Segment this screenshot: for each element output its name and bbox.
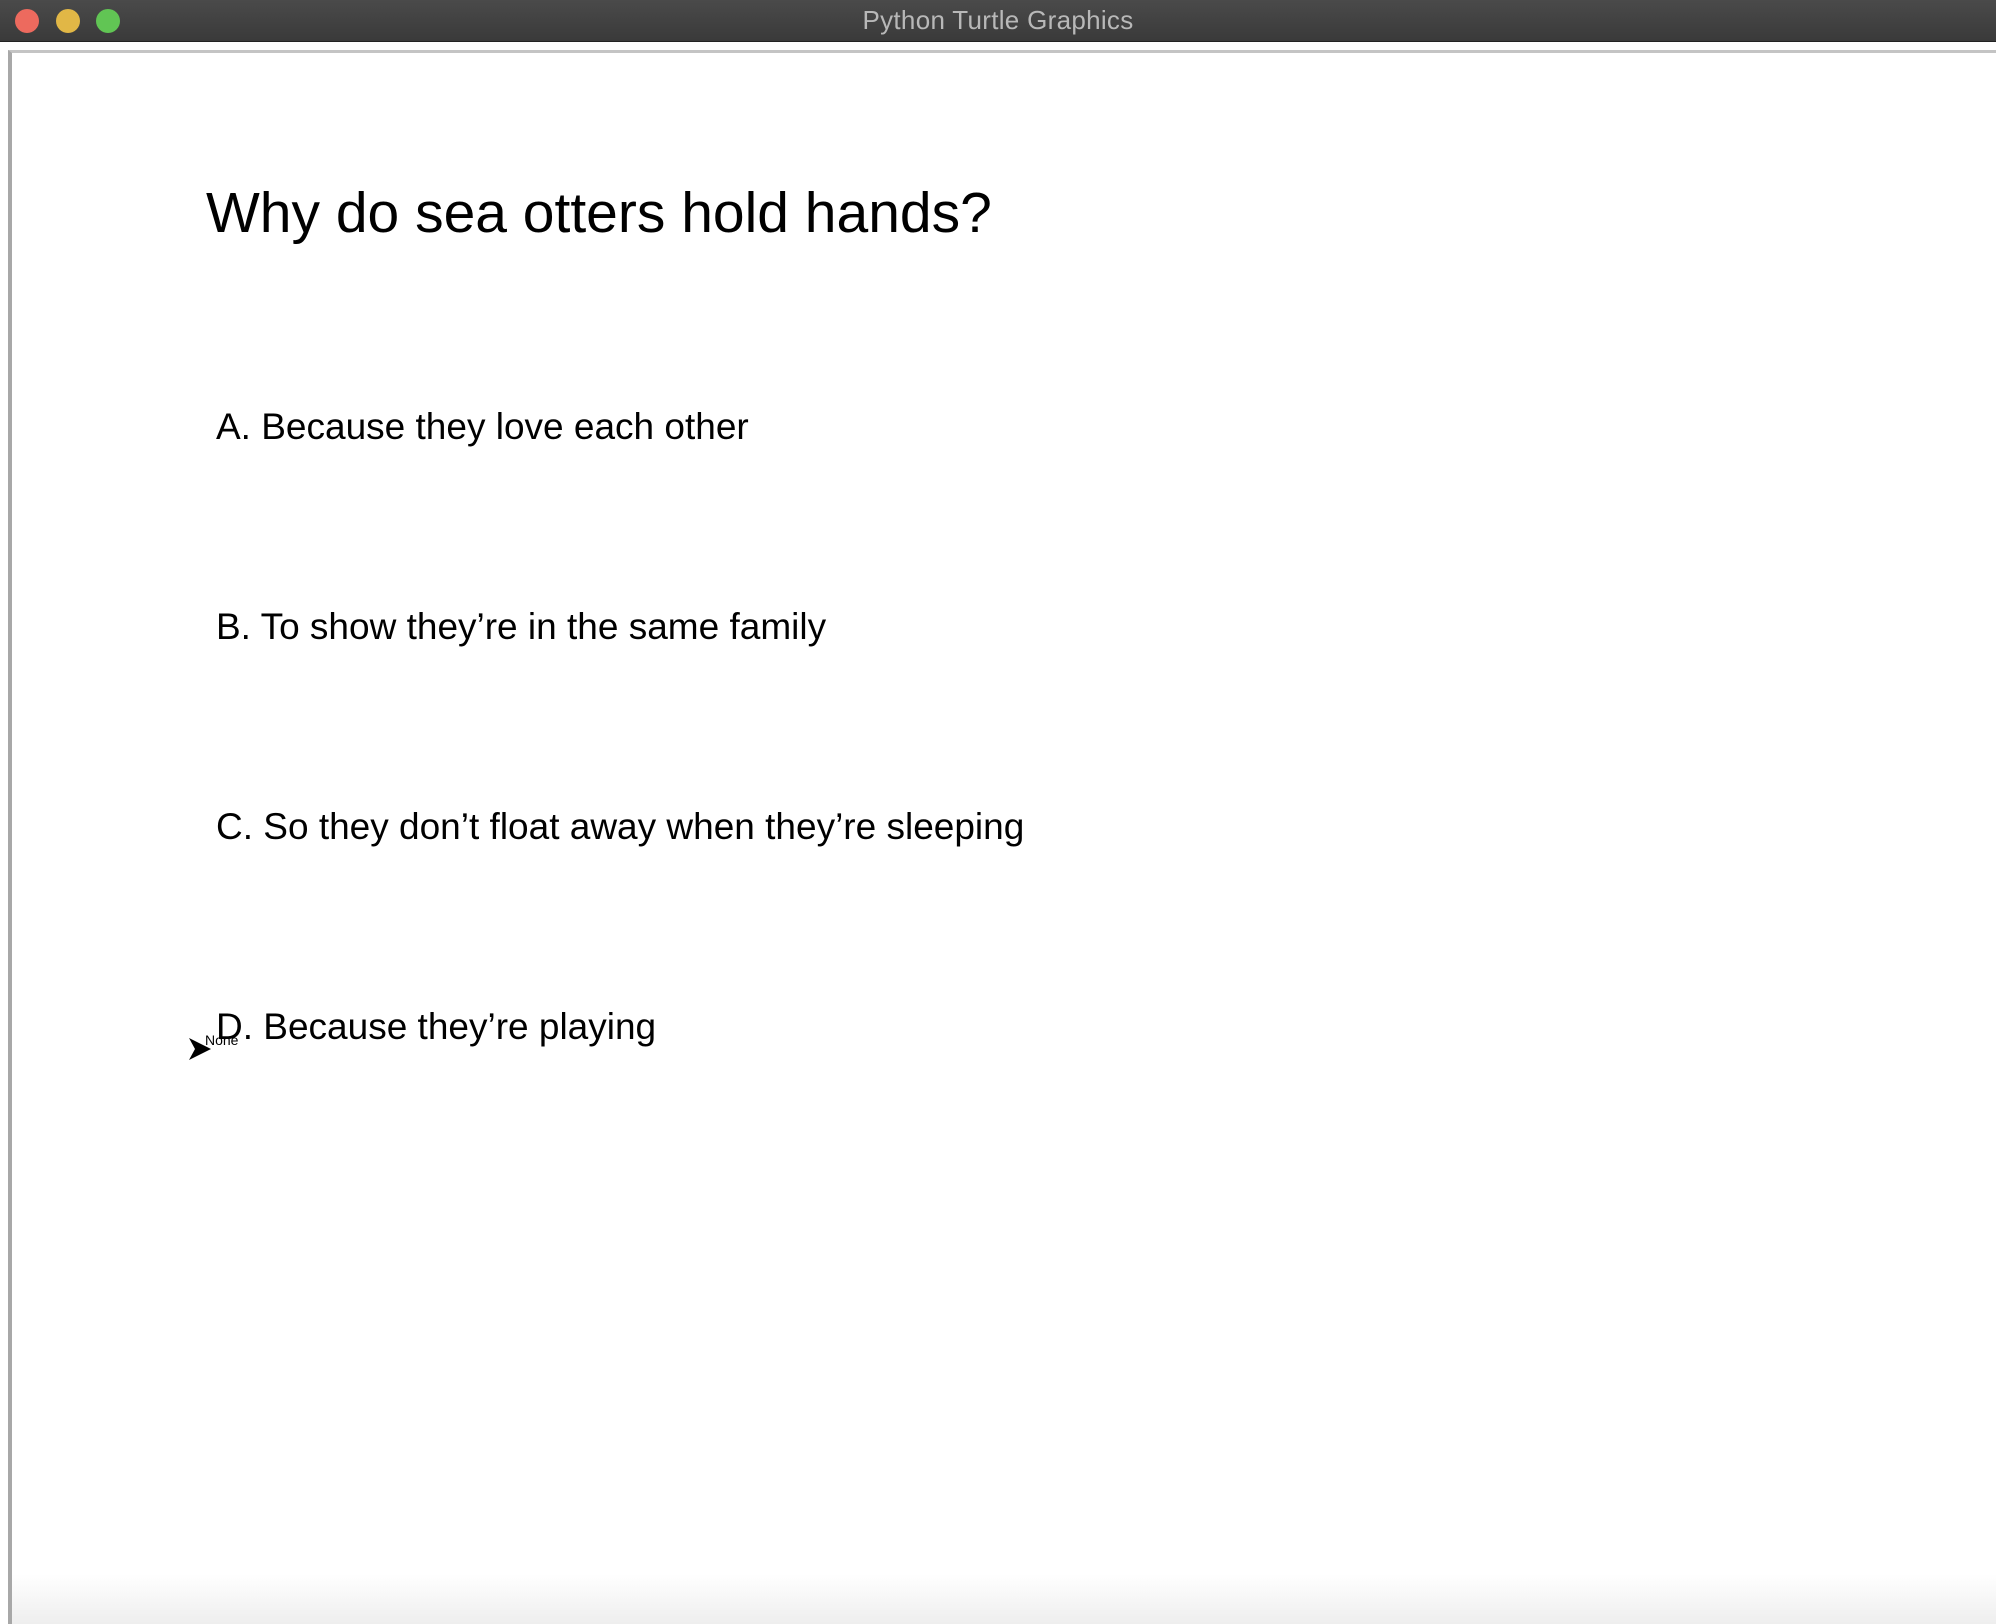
option-b: B. To show they’re in the same family <box>216 606 827 647</box>
turtle-label: None <box>205 1032 239 1048</box>
turtle-window: Python Turtle Graphics Why do sea otters… <box>0 0 1996 1624</box>
question-text: Why do sea otters hold hands? <box>206 181 992 245</box>
option-d: D. Because they’re playing <box>216 1006 657 1047</box>
title-bar[interactable]: Python Turtle Graphics <box>0 0 1996 42</box>
option-c: C. So they don’t float away when they’re… <box>216 806 1025 847</box>
canvas-bottom-edge <box>12 1574 1996 1624</box>
window-title: Python Turtle Graphics <box>862 5 1134 35</box>
option-a: A. Because they love each other <box>216 406 749 447</box>
